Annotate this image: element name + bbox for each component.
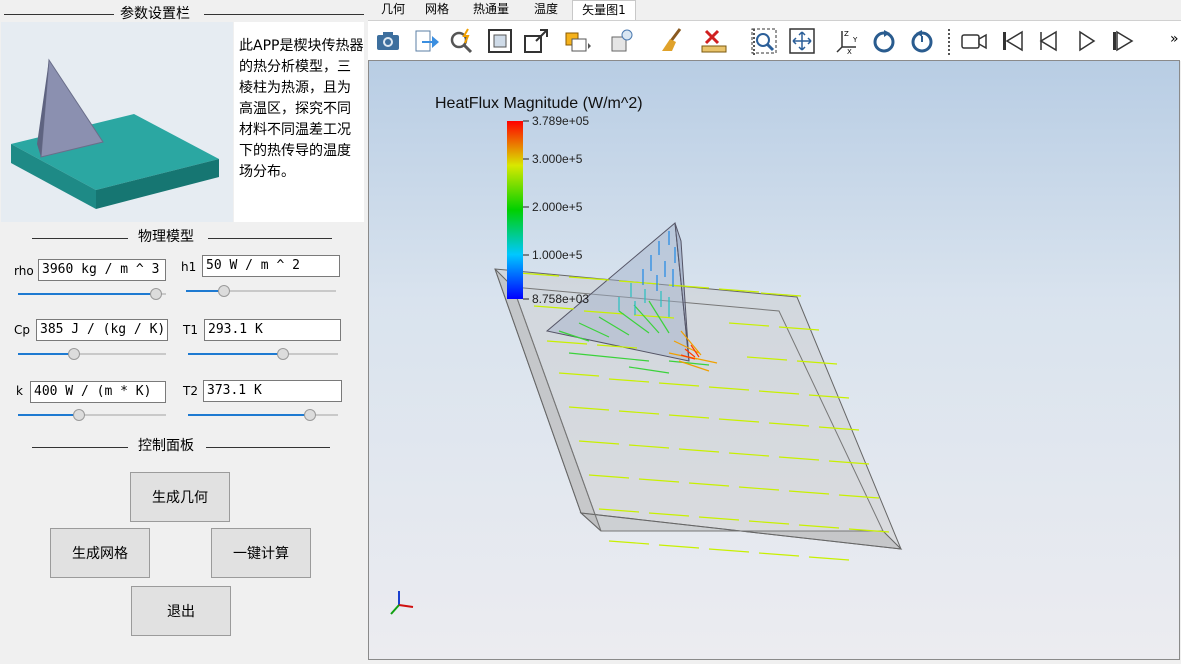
t2-slider-thumb[interactable] bbox=[303, 409, 316, 421]
params-title-line-right bbox=[204, 14, 364, 15]
colorbar-tick-200k: 2.000e+5 bbox=[532, 200, 583, 214]
heatflux-vector-plot: HeatFlux Magnitude (W/m^2) 3.789e+05 3.0… bbox=[390, 95, 903, 615]
params-title-line-left bbox=[4, 14, 114, 15]
previous-frame-icon[interactable] bbox=[1034, 27, 1062, 55]
cp-label: Cp bbox=[14, 323, 30, 337]
rho-input[interactable]: 3960 kg / m ^ 3 bbox=[38, 259, 166, 281]
tab-mesh[interactable]: 网格 bbox=[420, 0, 454, 20]
svg-text:X: X bbox=[847, 48, 852, 55]
zoom-box-icon[interactable] bbox=[486, 27, 514, 55]
physics-title-line-right bbox=[208, 238, 332, 239]
colorbar-tick-max: 3.789e+05 bbox=[532, 114, 589, 128]
t1-slider[interactable] bbox=[188, 348, 338, 360]
export-icon[interactable] bbox=[412, 27, 440, 55]
play-icon[interactable] bbox=[1072, 27, 1100, 55]
k-slider[interactable] bbox=[18, 409, 166, 421]
colorbar bbox=[507, 121, 523, 299]
k-input[interactable]: 400 W / (m * K) bbox=[30, 381, 166, 403]
generate-mesh-button[interactable]: 生成网格 bbox=[50, 528, 150, 578]
rho-label: rho bbox=[14, 264, 34, 278]
fit-view-icon[interactable] bbox=[788, 27, 816, 55]
last-frame-icon[interactable] bbox=[1108, 27, 1136, 55]
h1-slider-thumb[interactable] bbox=[217, 285, 230, 297]
t1-label: T1 bbox=[183, 323, 198, 337]
generate-geometry-button[interactable]: 生成几何 bbox=[130, 472, 230, 522]
geometry-preview-image bbox=[1, 22, 233, 222]
view-toolbar: ZYX » bbox=[368, 20, 1181, 61]
rho-slider[interactable] bbox=[18, 288, 166, 300]
toolbar-separator-2 bbox=[948, 29, 951, 55]
tab-vector-plot-1[interactable]: 矢量图1 bbox=[572, 0, 636, 21]
t1-slider-thumb[interactable] bbox=[276, 348, 289, 360]
t1-input[interactable]: 293.1 K bbox=[204, 319, 341, 341]
legend-title: HeatFlux Magnitude (W/m^2) bbox=[435, 95, 643, 112]
toolbar-overflow-button[interactable]: » bbox=[1170, 31, 1179, 47]
cp-slider[interactable] bbox=[18, 348, 166, 360]
control-panel-title: 控制面板 bbox=[134, 438, 198, 454]
zoom-extent-icon[interactable] bbox=[522, 27, 550, 55]
t2-slider[interactable] bbox=[188, 409, 338, 421]
search-spark-icon[interactable] bbox=[448, 27, 476, 55]
clean-brush-icon[interactable] bbox=[658, 27, 686, 55]
cp-slider-thumb[interactable] bbox=[68, 348, 81, 360]
rho-slider-thumb[interactable] bbox=[149, 288, 162, 300]
control-title-line-left bbox=[32, 447, 128, 448]
render-mode-icon[interactable] bbox=[564, 27, 592, 55]
h1-input[interactable]: 50 W / m ^ 2 bbox=[202, 255, 340, 277]
t2-label: T2 bbox=[183, 384, 198, 398]
svg-text:Y: Y bbox=[852, 36, 858, 44]
t2-input[interactable]: 373.1 K bbox=[203, 380, 342, 402]
h1-label: h1 bbox=[181, 260, 197, 274]
h1-slider[interactable] bbox=[186, 285, 336, 297]
k-slider-thumb[interactable] bbox=[72, 409, 85, 421]
physics-model-title: 物理模型 bbox=[134, 229, 198, 245]
params-panel-title: 参数设置栏 bbox=[116, 6, 194, 22]
tab-heat-flux[interactable]: 热通量 bbox=[468, 0, 514, 20]
colorbar-tick-100k: 1.000e+5 bbox=[532, 248, 583, 262]
colorbar-tick-300k: 3.000e+5 bbox=[532, 152, 583, 166]
wedge-model-illustration bbox=[11, 58, 219, 209]
tab-geometry[interactable]: 几何 bbox=[376, 0, 410, 20]
app-description: 此APP是楔块传热器的热分析模型，三棱柱为热源，且为高温区，探究不同材料不同温差… bbox=[234, 22, 364, 222]
tab-temperature[interactable]: 温度 bbox=[528, 0, 564, 20]
rotate-left-icon[interactable] bbox=[870, 27, 898, 55]
toolbar-separator-1 bbox=[753, 29, 756, 55]
vector-plot-viewport[interactable]: HeatFlux Magnitude (W/m^2) 3.789e+05 3.0… bbox=[368, 60, 1180, 660]
first-frame-icon[interactable] bbox=[998, 27, 1026, 55]
k-label: k bbox=[16, 384, 23, 398]
compute-button[interactable]: 一键计算 bbox=[211, 528, 311, 578]
cp-input[interactable]: 385 J / (kg / K) bbox=[36, 319, 168, 341]
orientation-triad-icon bbox=[390, 591, 414, 615]
camera-icon[interactable] bbox=[374, 27, 402, 55]
control-title-line-right bbox=[206, 447, 330, 448]
physics-title-line-left bbox=[32, 238, 128, 239]
axes-view-icon[interactable]: ZYX bbox=[834, 27, 862, 55]
light-icon[interactable] bbox=[608, 27, 636, 55]
rotate-right-icon[interactable] bbox=[908, 27, 936, 55]
measure-ruler-icon[interactable] bbox=[700, 27, 728, 55]
svg-text:Z: Z bbox=[844, 30, 849, 38]
video-camera-icon[interactable] bbox=[960, 27, 988, 55]
exit-button[interactable]: 退出 bbox=[131, 586, 231, 636]
colorbar-tick-min: 8.758e+03 bbox=[532, 292, 589, 306]
